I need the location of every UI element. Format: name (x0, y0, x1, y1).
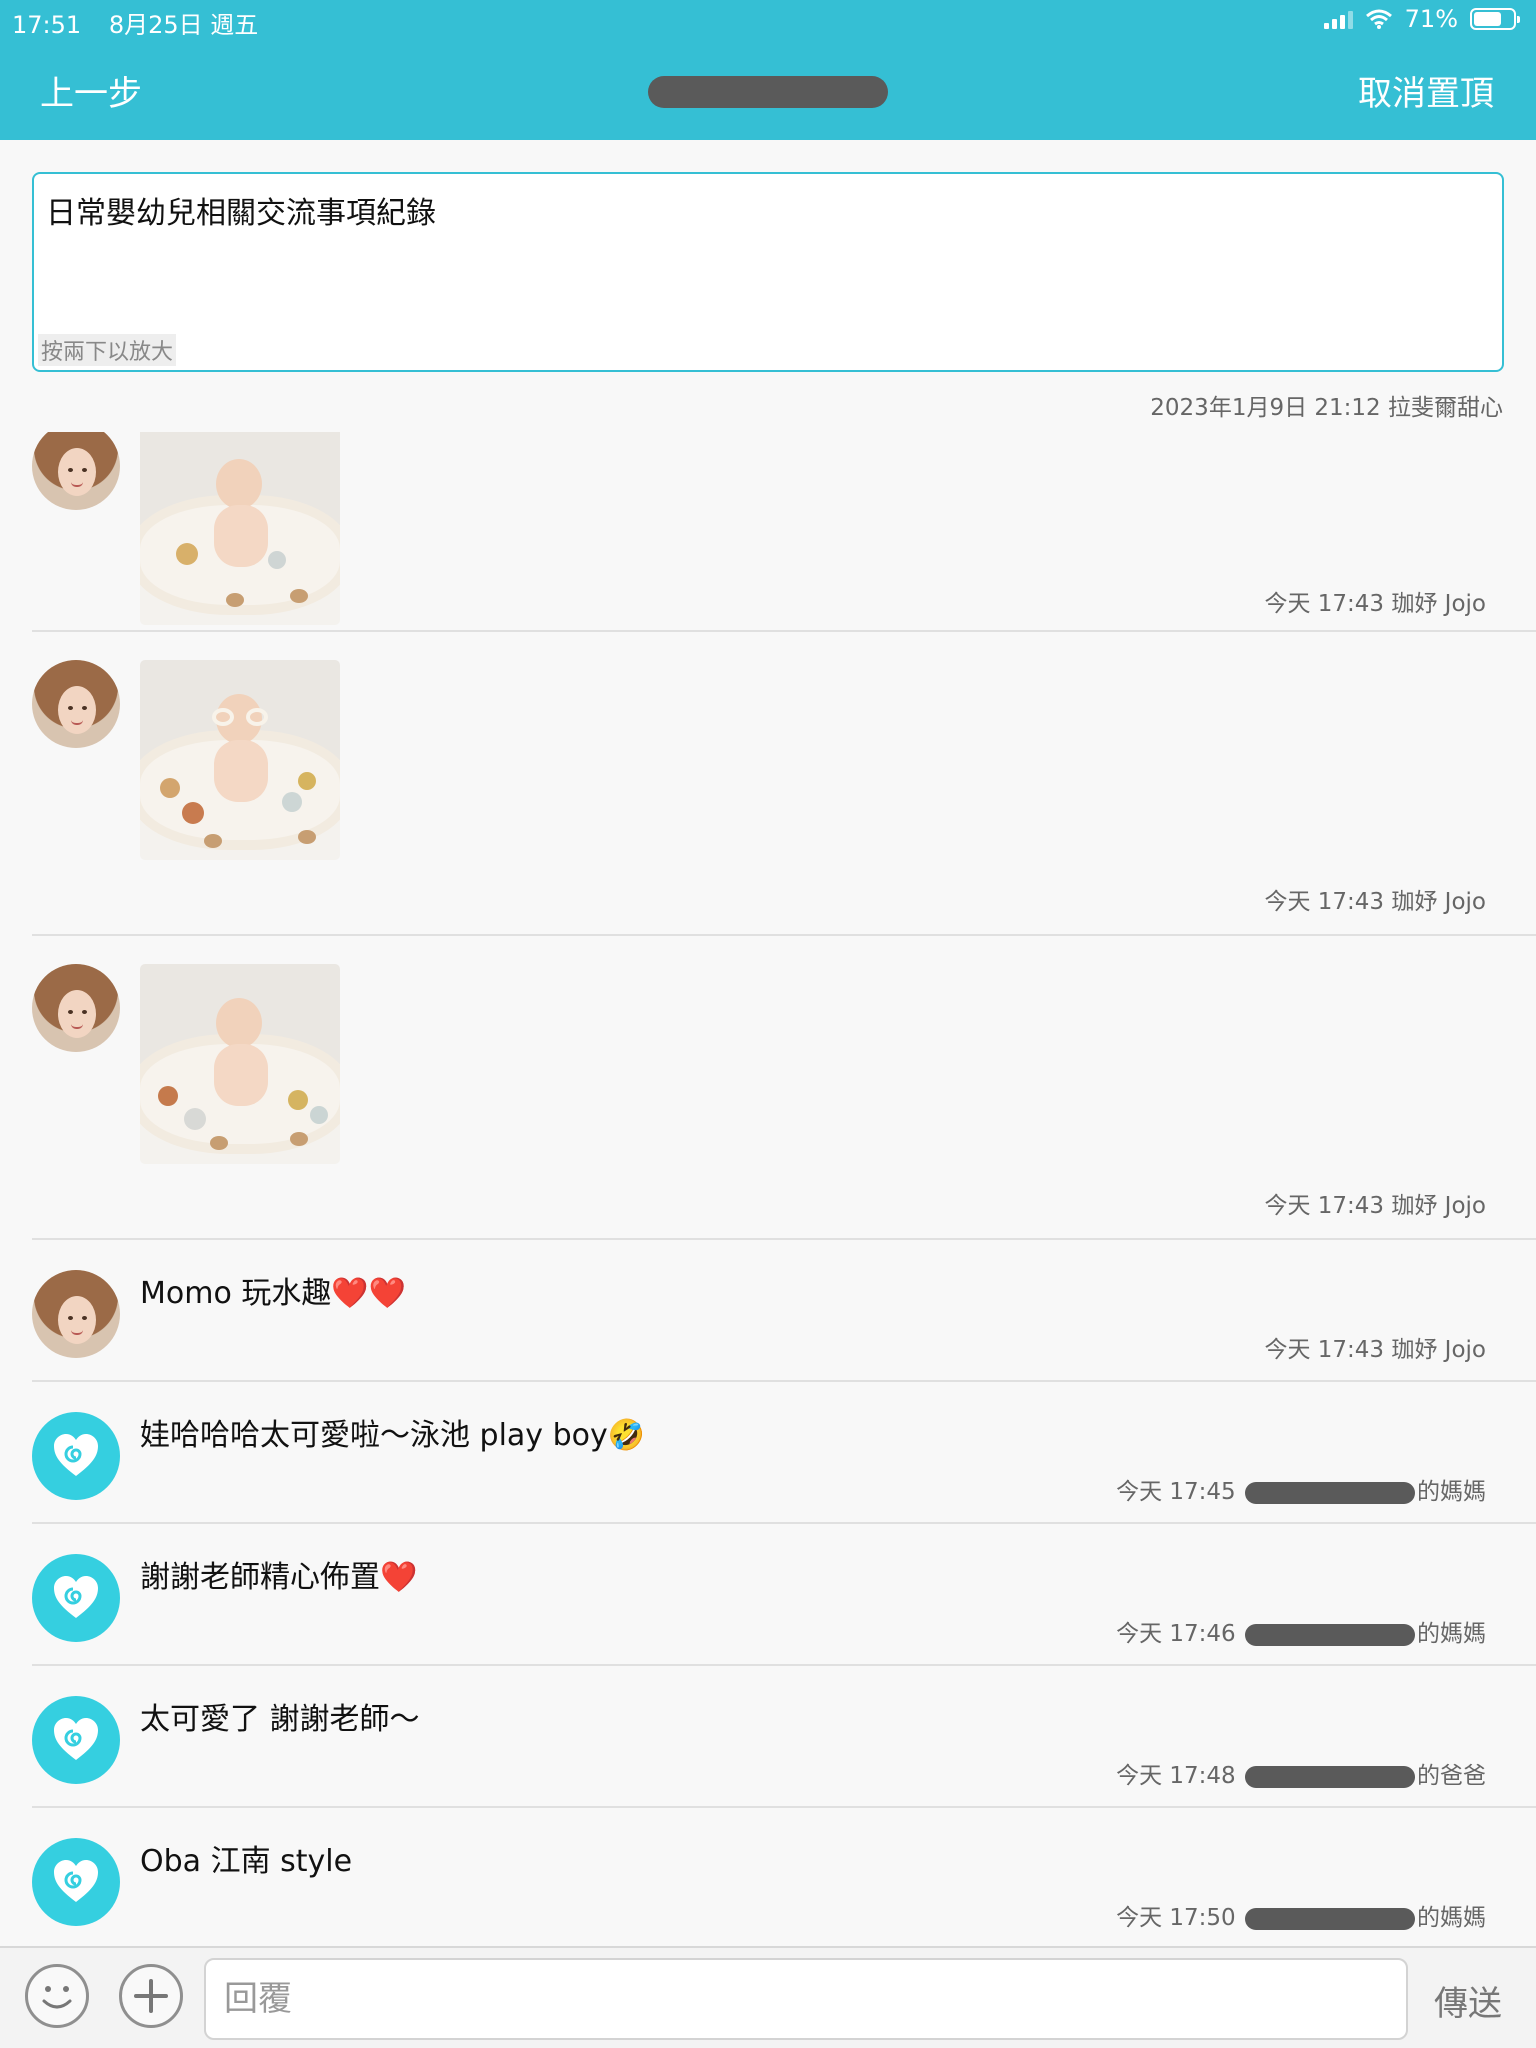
message-photo[interactable] (140, 660, 340, 860)
redacted-name-mark (1245, 1481, 1415, 1504)
back-button[interactable]: 上一步 (40, 66, 142, 115)
avatar[interactable] (32, 964, 120, 1052)
message-sender-role: 的媽媽 (1417, 1479, 1486, 1505)
pinned-note-hint: 按兩下以放大 (38, 334, 177, 366)
message-item: 太可愛了 謝謝老師～ 今天 17:48 的爸爸 (0, 1666, 1536, 1808)
smiley-icon[interactable] (25, 1964, 89, 2028)
status-bar: 17:51 8月25日 週五 71% (0, 0, 1536, 40)
battery-fill (1474, 12, 1501, 26)
app-heart-icon[interactable] (32, 1696, 120, 1784)
message-item: 今天 17:43 珈妤 Jojo (0, 632, 1536, 936)
pinned-note-text: 日常嬰幼兒相關交流事項紀錄 (46, 196, 436, 231)
message-sender-role: 的爸爸 (1417, 1763, 1486, 1789)
message-sender-role: 的媽媽 (1417, 1905, 1486, 1931)
redacted-title-mark (648, 76, 888, 108)
message-item: Momo 玩水趣❤️❤️ 今天 17:43 珈妤 Jojo (0, 1240, 1536, 1382)
composer-bar: 傳送 (0, 1946, 1536, 2048)
message-time: 今天 17:45 (1116, 1479, 1236, 1505)
avatar[interactable] (32, 432, 120, 510)
send-button[interactable]: 傳送 (1434, 1976, 1502, 2025)
message-item: 今天 17:43 珈妤 Jojo (0, 432, 1536, 632)
message-meta: 今天 17:43 珈妤 Jojo (1264, 889, 1486, 915)
reply-input[interactable] (204, 1958, 1408, 2040)
app-heart-icon[interactable] (32, 1838, 120, 1926)
app-heart-icon[interactable] (32, 1412, 120, 1500)
message-item: 謝謝老師精心佈置❤️ 今天 17:46 的媽媽 (0, 1524, 1536, 1666)
message-photo[interactable] (140, 964, 340, 1164)
status-date: 8月25日 週五 (108, 11, 259, 39)
avatar[interactable] (32, 660, 120, 748)
status-time: 17:51 (12, 11, 82, 39)
message-text: 謝謝老師精心佈置❤️ (140, 1560, 418, 1595)
app-heart-icon[interactable] (32, 1554, 120, 1642)
pinned-note[interactable]: 日常嬰幼兒相關交流事項紀錄 按兩下以放大 (32, 172, 1504, 372)
message-item: 娃哈哈哈太可愛啦～泳池 play boy🤣 今天 17:45 的媽媽 (0, 1382, 1536, 1524)
message-item: 今天 17:43 珈妤 Jojo (0, 936, 1536, 1240)
battery-percent: 71% (1404, 5, 1458, 33)
message-item: Oba 江南 style 今天 17:50 的媽媽 (0, 1808, 1536, 1946)
redacted-name-mark (1245, 1907, 1415, 1930)
signal-icon (1323, 9, 1353, 29)
message-meta: 今天 17:43 珈妤 Jojo (1264, 591, 1486, 617)
message-meta: 今天 17:45 的媽媽 (1116, 1472, 1486, 1506)
redacted-name-mark (1245, 1623, 1415, 1646)
message-meta: 今天 17:50 的媽媽 (1116, 1898, 1486, 1932)
message-feed[interactable]: 今天 17:43 珈妤 Jojo 今天 17:43 珈妤 Jojo 今天 17:… (0, 432, 1536, 1946)
plus-icon[interactable] (119, 1964, 183, 2028)
message-meta: 今天 17:48 的爸爸 (1116, 1756, 1486, 1790)
battery-icon (1470, 8, 1520, 30)
redacted-name-mark (1245, 1765, 1415, 1788)
message-text: Oba 江南 style (140, 1844, 353, 1879)
message-text: Momo 玩水趣❤️❤️ (140, 1276, 407, 1311)
message-time: 今天 17:48 (1116, 1763, 1236, 1789)
message-text: 太可愛了 謝謝老師～ (140, 1702, 420, 1737)
unpin-button[interactable]: 取消置頂 (1358, 66, 1494, 115)
message-sender-role: 的媽媽 (1417, 1621, 1486, 1647)
message-text: 娃哈哈哈太可愛啦～泳池 play boy🤣 (140, 1418, 646, 1453)
pinned-note-meta: 2023年1月9日 21:12 拉斐爾甜心 (1150, 395, 1503, 421)
message-time: 今天 17:46 (1116, 1621, 1236, 1647)
message-meta: 今天 17:43 珈妤 Jojo (1264, 1337, 1486, 1363)
top-bar: 17:51 8月25日 週五 71% 上一步 取消置頂 (0, 0, 1536, 140)
avatar[interactable] (32, 1270, 120, 1358)
wifi-icon (1365, 9, 1392, 29)
message-photo[interactable] (140, 432, 340, 625)
message-meta: 今天 17:43 珈妤 Jojo (1264, 1193, 1486, 1219)
message-meta: 今天 17:46 的媽媽 (1116, 1614, 1486, 1648)
message-time: 今天 17:50 (1116, 1905, 1236, 1931)
